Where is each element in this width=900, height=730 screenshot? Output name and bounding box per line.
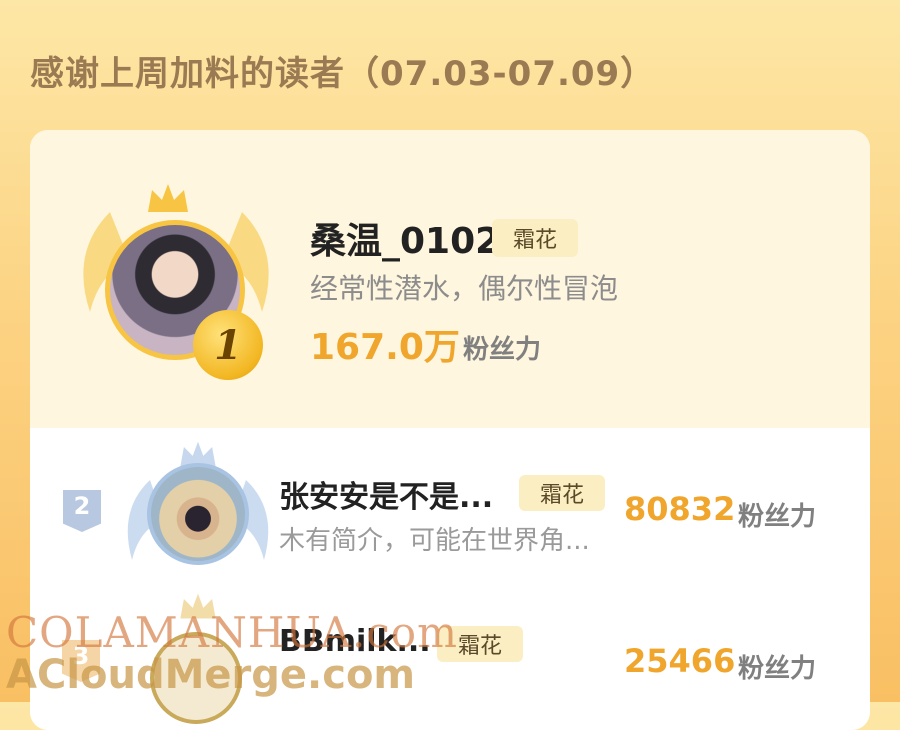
fans-value: 167.0万 <box>310 327 460 368</box>
reader-name[interactable]: 张安安是不是... <box>279 472 493 516</box>
fans-label: 粉丝力 <box>738 502 817 532</box>
avatar[interactable] <box>147 463 249 565</box>
watermark-colamanhua: COLAMANHUA.com <box>6 608 458 657</box>
level-badge: 霜花 <box>492 219 578 257</box>
fans-label: 粉丝力 <box>738 654 817 684</box>
reader-bio: 木有简介，可能在世界角... <box>279 526 590 556</box>
reader-name[interactable]: 桑温_0102 <box>310 212 500 264</box>
watermark-acloudmerge: ACloudMerge.com <box>6 652 416 698</box>
rank-1-medal: 1 <box>193 310 263 380</box>
rank-2-badge: 2 <box>63 490 101 532</box>
page-title: 感谢上周加料的读者（07.03-07.09） <box>30 54 656 94</box>
top-reader-section[interactable]: 1 桑温_0102 霜花 经常性潜水，偶尔性冒泡 167.0万 粉丝力 <box>30 130 870 428</box>
fans-value: 80832 <box>624 490 736 528</box>
fans-value: 25466 <box>624 642 736 680</box>
gold-crown-icon <box>148 184 188 212</box>
fans-label: 粉丝力 <box>463 335 542 365</box>
reader-bio: 经常性潜水，偶尔性冒泡 <box>310 272 619 305</box>
level-badge: 霜花 <box>519 475 605 511</box>
